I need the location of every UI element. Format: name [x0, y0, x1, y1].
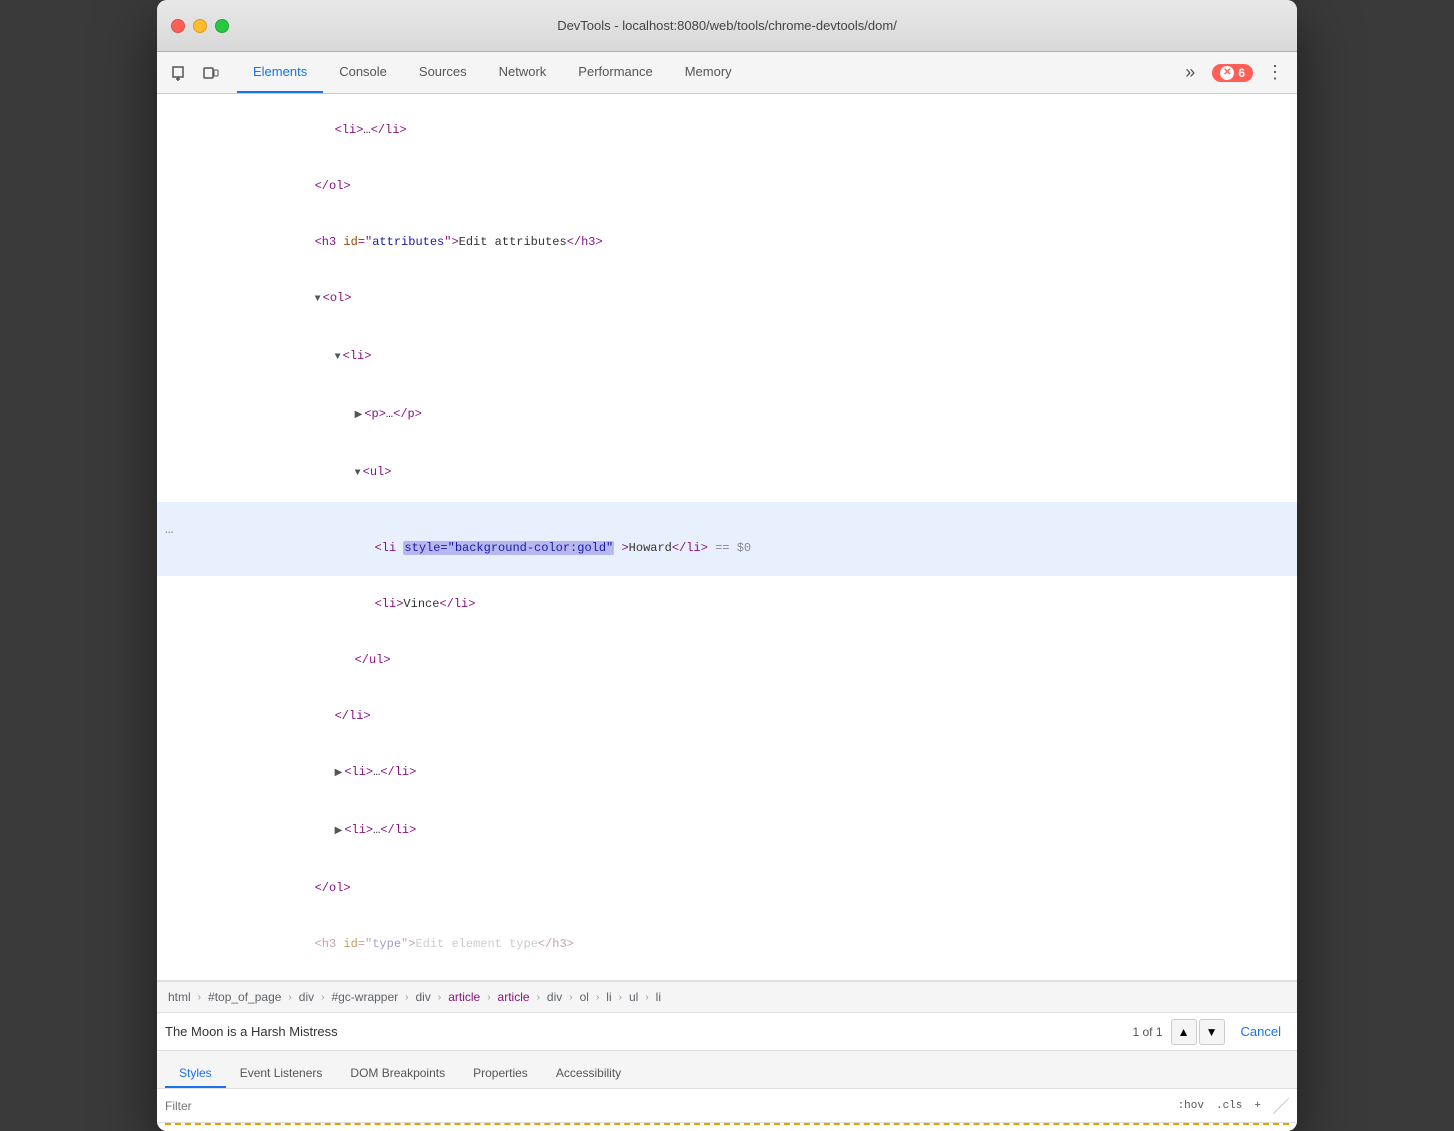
search-bar: 1 of 1 ▲ ▼ Cancel: [157, 1013, 1297, 1051]
breadcrumb-div2[interactable]: div: [413, 989, 434, 1005]
traffic-lights: [171, 19, 229, 33]
filter-buttons: :hov .cls +: [1174, 1099, 1265, 1113]
breadcrumb-div1[interactable]: div: [296, 989, 317, 1005]
search-next-button[interactable]: ▼: [1199, 1019, 1225, 1045]
add-rule-button[interactable]: +: [1250, 1099, 1265, 1113]
toolbar-icons: [165, 59, 225, 87]
search-prev-button[interactable]: ▲: [1171, 1019, 1197, 1045]
toolbar-right: » ✕ 6 ⋮: [1176, 59, 1289, 87]
breadcrumb-bar: html › #top_of_page › div › #gc-wrapper …: [157, 981, 1297, 1013]
dom-line[interactable]: <li>…</li>: [157, 102, 1297, 158]
search-input[interactable]: [165, 1024, 1125, 1039]
breadcrumb-ol[interactable]: ol: [577, 989, 592, 1005]
breadcrumb-ul[interactable]: ul: [626, 989, 641, 1005]
titlebar: DevTools - localhost:8080/web/tools/chro…: [157, 0, 1297, 52]
tab-sources[interactable]: Sources: [403, 52, 483, 93]
breadcrumb-li2[interactable]: li: [653, 989, 664, 1005]
minimize-button[interactable]: [193, 19, 207, 33]
ellipsis-button[interactable]: …: [165, 521, 173, 539]
dom-line[interactable]: <h3 id="type">Edit element type</h3>: [157, 916, 1297, 972]
element-picker-icon[interactable]: [165, 59, 193, 87]
breadcrumb-div3[interactable]: div: [544, 989, 565, 1005]
maximize-button[interactable]: [215, 19, 229, 33]
breadcrumb-top-of-page[interactable]: #top_of_page: [205, 989, 284, 1005]
tab-accessibility[interactable]: Accessibility: [542, 1060, 635, 1088]
tab-dom-breakpoints[interactable]: DOM Breakpoints: [336, 1060, 459, 1088]
dom-line[interactable]: ▶<p>…</p>: [157, 386, 1297, 444]
devtools-body: <li>…</li> </ol> <h3 id="attributes">Edi…: [157, 94, 1297, 1131]
cancel-button[interactable]: Cancel: [1233, 1020, 1289, 1043]
filter-input[interactable]: [165, 1099, 1166, 1113]
dom-line-selected[interactable]: … <li style="background-color:gold" >How…: [157, 502, 1297, 576]
error-badge[interactable]: ✕ 6: [1212, 64, 1253, 82]
search-count: 1 of 1: [1133, 1025, 1163, 1039]
breadcrumb-li1[interactable]: li: [603, 989, 614, 1005]
dom-line[interactable]: ▼<li>: [157, 328, 1297, 386]
bottom-tabs: Styles Event Listeners DOM Breakpoints P…: [157, 1051, 1297, 1089]
dom-line[interactable]: </ol>: [157, 158, 1297, 214]
dom-line[interactable]: </ul>: [157, 632, 1297, 688]
tab-properties[interactable]: Properties: [459, 1060, 542, 1088]
styles-filter-bar: :hov .cls +: [157, 1089, 1297, 1123]
tab-performance[interactable]: Performance: [562, 52, 668, 93]
dom-line[interactable]: <h3 id="attributes">Edit attributes</h3>: [157, 214, 1297, 270]
tab-console[interactable]: Console: [323, 52, 403, 93]
tab-styles[interactable]: Styles: [165, 1060, 226, 1088]
dashed-border: [165, 1123, 1289, 1131]
breadcrumb-html[interactable]: html: [165, 989, 194, 1005]
breadcrumb-article2[interactable]: article: [495, 989, 533, 1005]
cls-button[interactable]: .cls: [1212, 1099, 1246, 1113]
dom-line[interactable]: <li>Vince</li>: [157, 576, 1297, 632]
devtools-window: DevTools - localhost:8080/web/tools/chro…: [157, 0, 1297, 1131]
devtools-toolbar: Elements Console Sources Network Perform…: [157, 52, 1297, 94]
settings-menu-button[interactable]: ⋮: [1261, 59, 1289, 87]
dom-line[interactable]: </ol>: [157, 860, 1297, 916]
dom-line[interactable]: ▼<ul>: [157, 444, 1297, 502]
tab-memory[interactable]: Memory: [669, 52, 748, 93]
dom-line[interactable]: ▼<ol>: [157, 270, 1297, 328]
close-button[interactable]: [171, 19, 185, 33]
resize-handle[interactable]: [1273, 1098, 1289, 1114]
breadcrumb-gc-wrapper[interactable]: #gc-wrapper: [328, 989, 401, 1005]
main-tabs: Elements Console Sources Network Perform…: [237, 52, 1176, 93]
error-icon: ✕: [1220, 66, 1234, 80]
breadcrumb-article1[interactable]: article: [445, 989, 483, 1005]
dom-panel[interactable]: <li>…</li> </ol> <h3 id="attributes">Edi…: [157, 94, 1297, 981]
more-tabs-button[interactable]: »: [1176, 59, 1204, 87]
dom-line[interactable]: </li>: [157, 688, 1297, 744]
hov-button[interactable]: :hov: [1174, 1099, 1208, 1113]
tab-event-listeners[interactable]: Event Listeners: [226, 1060, 337, 1088]
tab-elements[interactable]: Elements: [237, 52, 323, 93]
dom-line[interactable]: ▶<li>…</li>: [157, 744, 1297, 802]
tab-network[interactable]: Network: [483, 52, 563, 93]
search-nav: ▲ ▼: [1171, 1019, 1225, 1045]
device-toggle-icon[interactable]: [197, 59, 225, 87]
dom-line[interactable]: ▶<li>…</li>: [157, 802, 1297, 860]
window-title: DevTools - localhost:8080/web/tools/chro…: [557, 18, 897, 33]
